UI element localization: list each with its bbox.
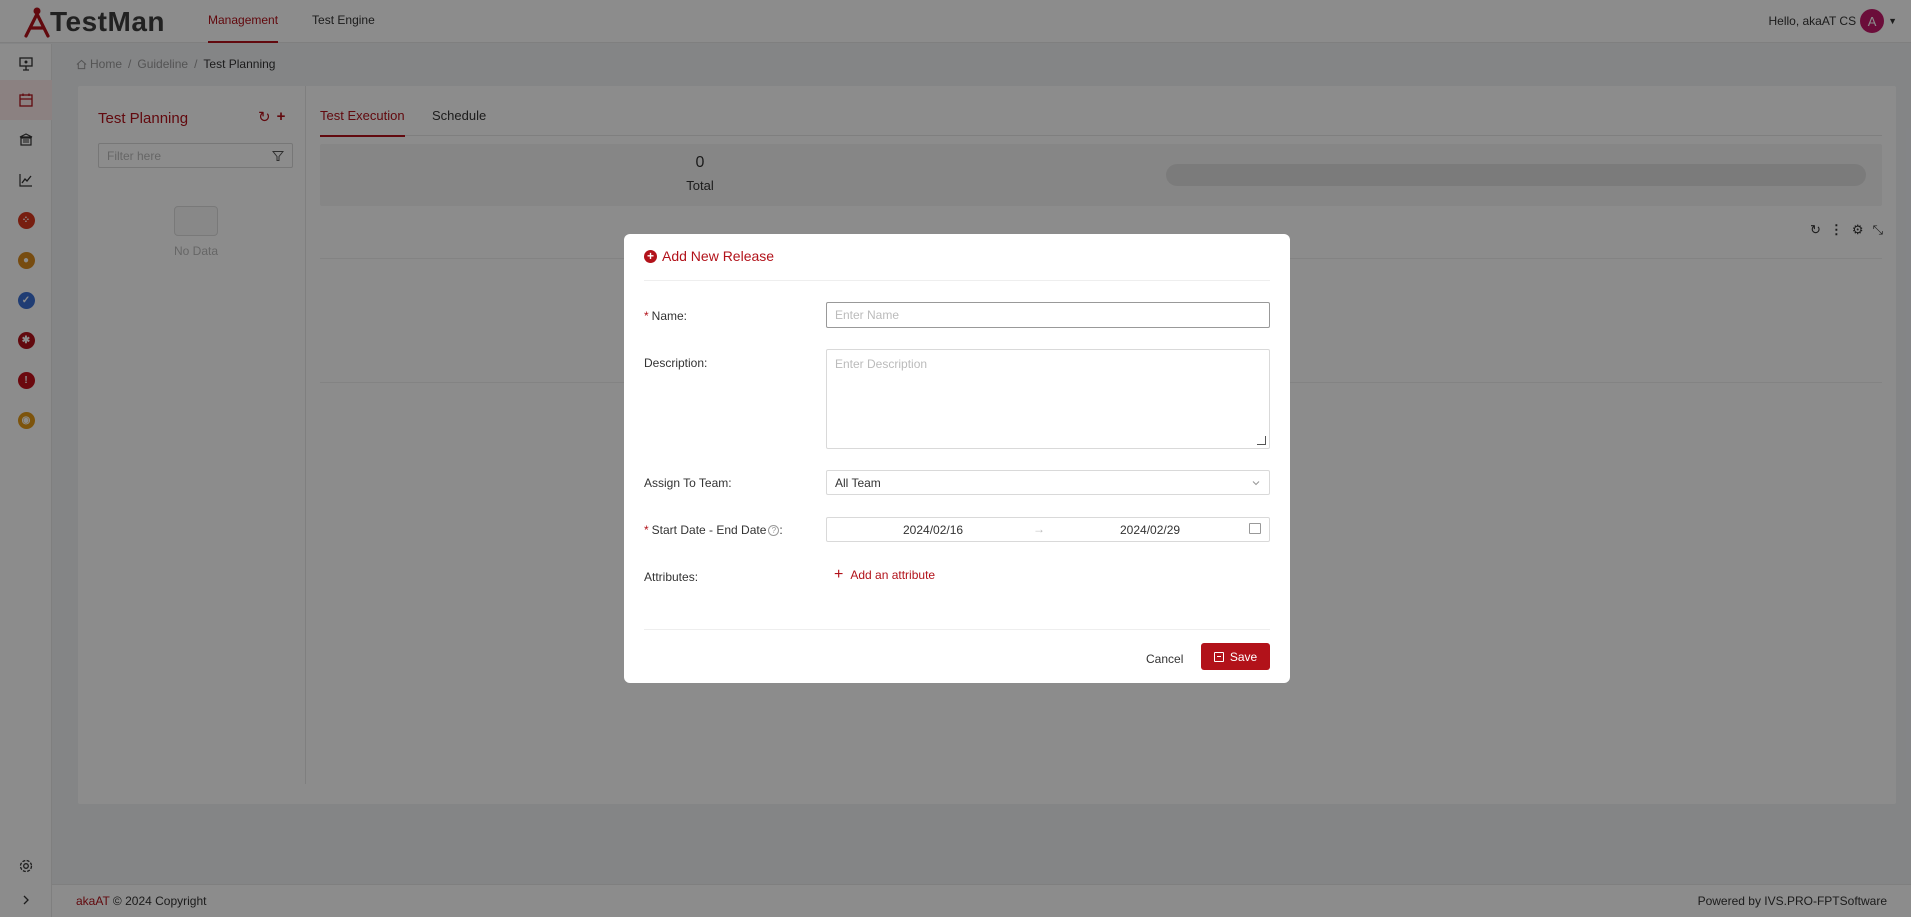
name-input[interactable] [826, 302, 1270, 328]
attributes-label: Attributes: [644, 570, 699, 584]
team-label: Assign To Team: [644, 476, 732, 490]
chevron-down-icon [1252, 480, 1260, 485]
required-mark: * [644, 309, 649, 323]
end-date[interactable]: 2024/02/29 [1120, 523, 1180, 537]
modal-footer-divider [644, 629, 1270, 630]
team-select-value: All Team [835, 475, 881, 490]
date-label-suffix: : [779, 523, 783, 537]
date-range-picker[interactable]: 2024/02/16 → 2024/02/29 [826, 517, 1270, 542]
modal-title: + Add New Release [644, 248, 774, 264]
description-textarea[interactable] [826, 349, 1270, 449]
add-attribute-button[interactable]: + Add an attribute [834, 566, 936, 583]
start-date[interactable]: 2024/02/16 [903, 523, 963, 537]
description-label: Description: [644, 356, 708, 370]
team-select[interactable]: All Team [826, 470, 1270, 495]
help-icon[interactable]: ? [768, 525, 780, 536]
add-circle-icon: + [644, 249, 657, 263]
plus-icon: + [834, 566, 844, 583]
cancel-button[interactable]: Cancel [1138, 646, 1191, 672]
arrow-right-icon: → [1033, 522, 1045, 536]
save-icon [1213, 651, 1224, 662]
add-attribute-label: Add an attribute [850, 568, 936, 582]
required-mark: * [644, 523, 649, 537]
resize-handle-icon[interactable] [1257, 436, 1266, 445]
date-label-text: Start Date - End Date [651, 523, 767, 537]
name-label: * Name: [644, 309, 687, 323]
name-label-text: Name: [651, 309, 688, 323]
save-button[interactable]: Save [1201, 643, 1270, 670]
modal-title-text: Add New Release [662, 248, 775, 264]
save-button-label: Save [1229, 649, 1258, 664]
date-label: * Start Date - End Date?: [644, 523, 783, 537]
add-release-modal: + Add New Release *Name: Description: As… [624, 234, 1290, 683]
modal-header-divider [644, 280, 1270, 281]
calendar-icon[interactable] [1249, 523, 1261, 534]
